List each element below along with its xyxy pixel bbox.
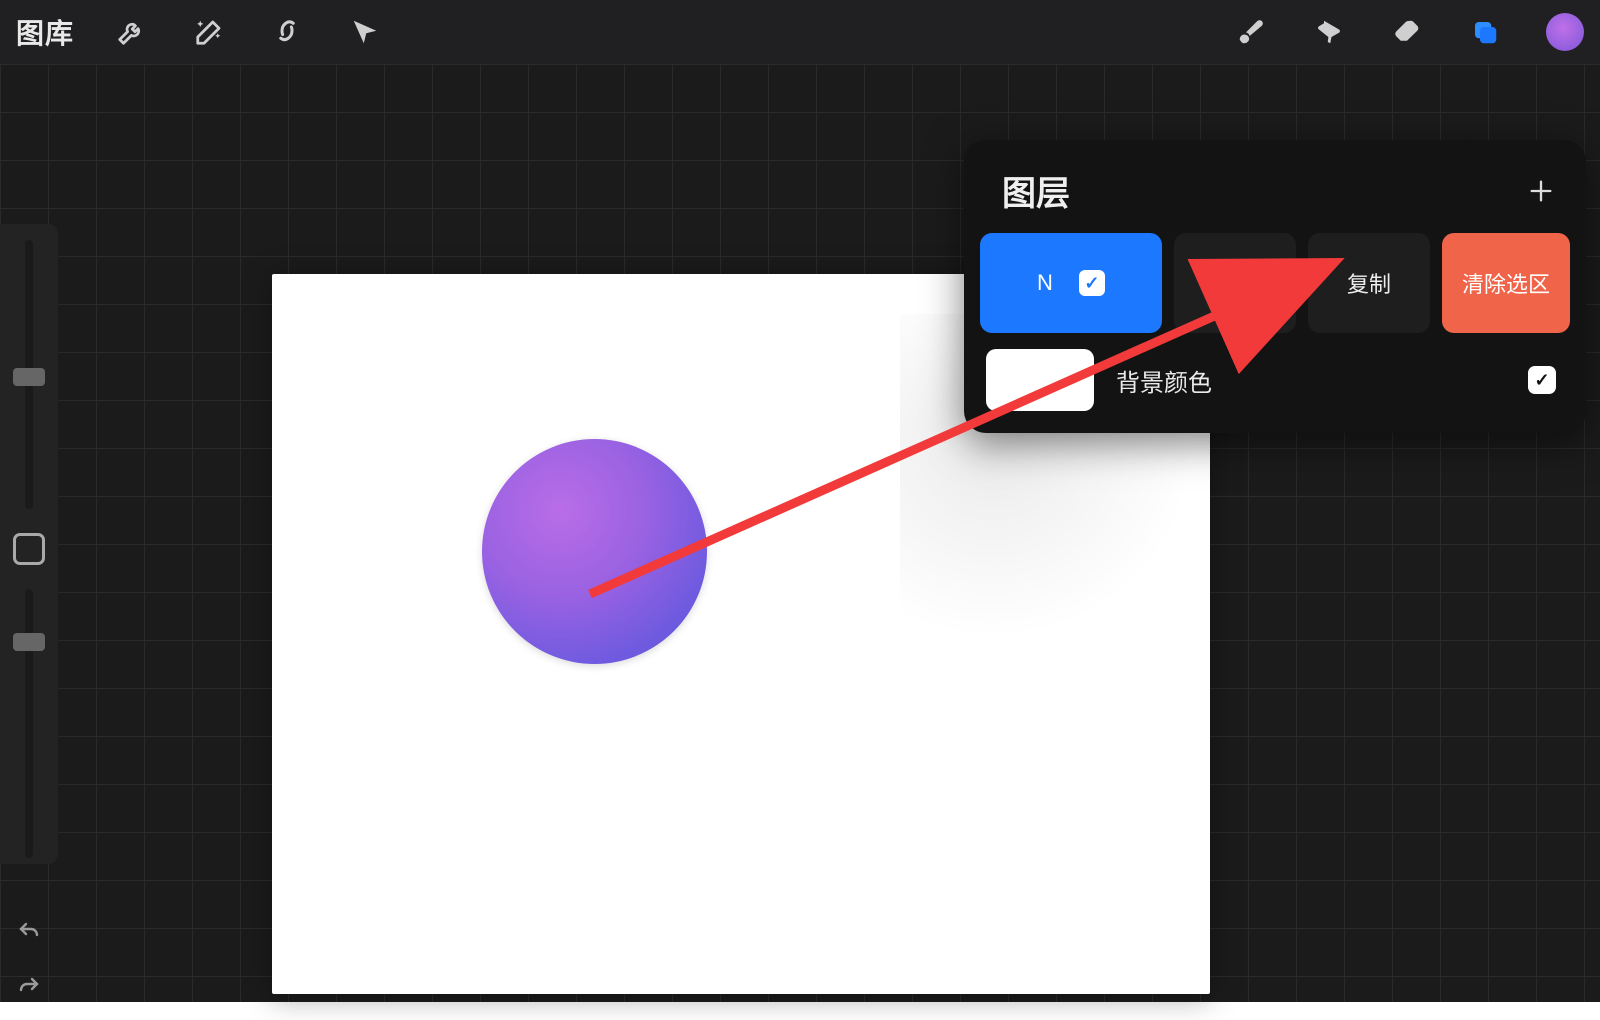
move-icon[interactable] [348, 15, 382, 49]
background-visibility-checkbox[interactable]: ✓ [1528, 366, 1556, 394]
brush-icon[interactable] [1234, 15, 1268, 49]
eraser-icon[interactable] [1390, 15, 1424, 49]
background-label: 背景颜色 [1116, 363, 1506, 398]
layers-panel: 图层 N ✓ 锁定 复制 清除选区 背景颜色 ✓ [964, 140, 1586, 433]
layer-visibility-checkbox[interactable]: ✓ [1079, 270, 1105, 296]
undo-icon[interactable] [9, 917, 49, 947]
lock-layer-button[interactable]: 锁定 [1174, 233, 1296, 333]
blend-mode-label: N [1037, 270, 1053, 296]
canvas-circle-artwork [482, 439, 707, 664]
background-layer-row[interactable]: 背景颜色 ✓ [980, 345, 1570, 415]
redo-icon[interactable] [9, 972, 49, 1002]
toolbar-right-group [1234, 13, 1584, 51]
clear-selection-button[interactable]: 清除选区 [1442, 233, 1570, 333]
layers-icon[interactable] [1468, 15, 1502, 49]
blend-mode-chip[interactable]: N ✓ [980, 233, 1162, 333]
smudge-icon[interactable] [1312, 15, 1346, 49]
modifier-button[interactable] [13, 533, 45, 565]
background-thumbnail [986, 349, 1094, 411]
wand-icon[interactable] [192, 15, 226, 49]
layers-panel-title: 图层 [1002, 166, 1070, 215]
workspace: 图层 N ✓ 锁定 复制 清除选区 背景颜色 ✓ [0, 64, 1600, 1002]
undo-redo-group [0, 904, 58, 1014]
wrench-icon[interactable] [114, 15, 148, 49]
brush-size-slider[interactable] [25, 240, 33, 509]
gallery-button[interactable]: 图库 [16, 12, 74, 52]
duplicate-layer-button[interactable]: 复制 [1308, 233, 1430, 333]
layer-actions-row: N ✓ 锁定 复制 清除选区 [980, 233, 1570, 333]
selection-icon[interactable] [270, 15, 304, 49]
slider-thumb[interactable] [13, 633, 45, 651]
toolbar-left-group [114, 15, 382, 49]
add-layer-icon[interactable] [1524, 174, 1558, 208]
color-swatch[interactable] [1546, 13, 1584, 51]
left-slider-panel [0, 224, 58, 864]
slider-thumb[interactable] [13, 368, 45, 386]
top-toolbar: 图库 [0, 0, 1600, 64]
brush-opacity-slider[interactable] [25, 589, 33, 858]
